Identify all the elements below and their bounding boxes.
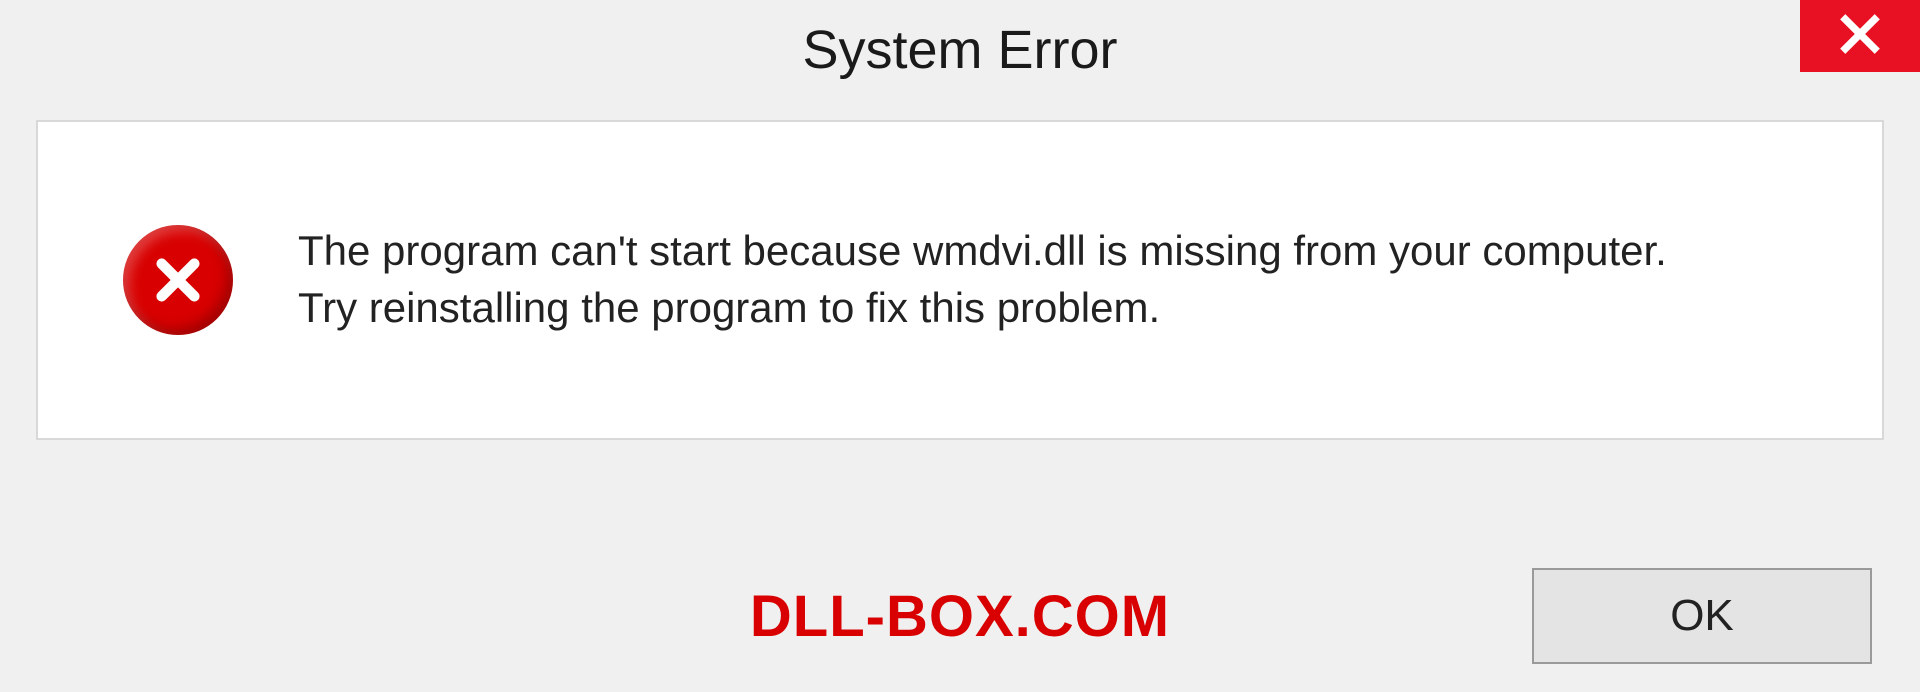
message-panel: The program can't start because wmdvi.dl… <box>36 120 1884 440</box>
close-button[interactable] <box>1800 0 1920 72</box>
window-title: System Error <box>802 19 1117 81</box>
error-icon <box>123 225 233 335</box>
message-block: The program can't start because wmdvi.dl… <box>298 223 1667 336</box>
titlebar: System Error <box>0 0 1920 100</box>
close-icon <box>1838 12 1882 61</box>
ok-button-label: OK <box>1670 591 1734 641</box>
message-line-1: The program can't start because wmdvi.dl… <box>298 223 1667 280</box>
ok-button[interactable]: OK <box>1532 568 1872 664</box>
message-line-2: Try reinstalling the program to fix this… <box>298 280 1667 337</box>
error-icon-wrap <box>118 220 238 340</box>
brand-watermark: DLL-BOX.COM <box>750 583 1170 650</box>
footer: DLL-BOX.COM OK <box>0 568 1920 664</box>
